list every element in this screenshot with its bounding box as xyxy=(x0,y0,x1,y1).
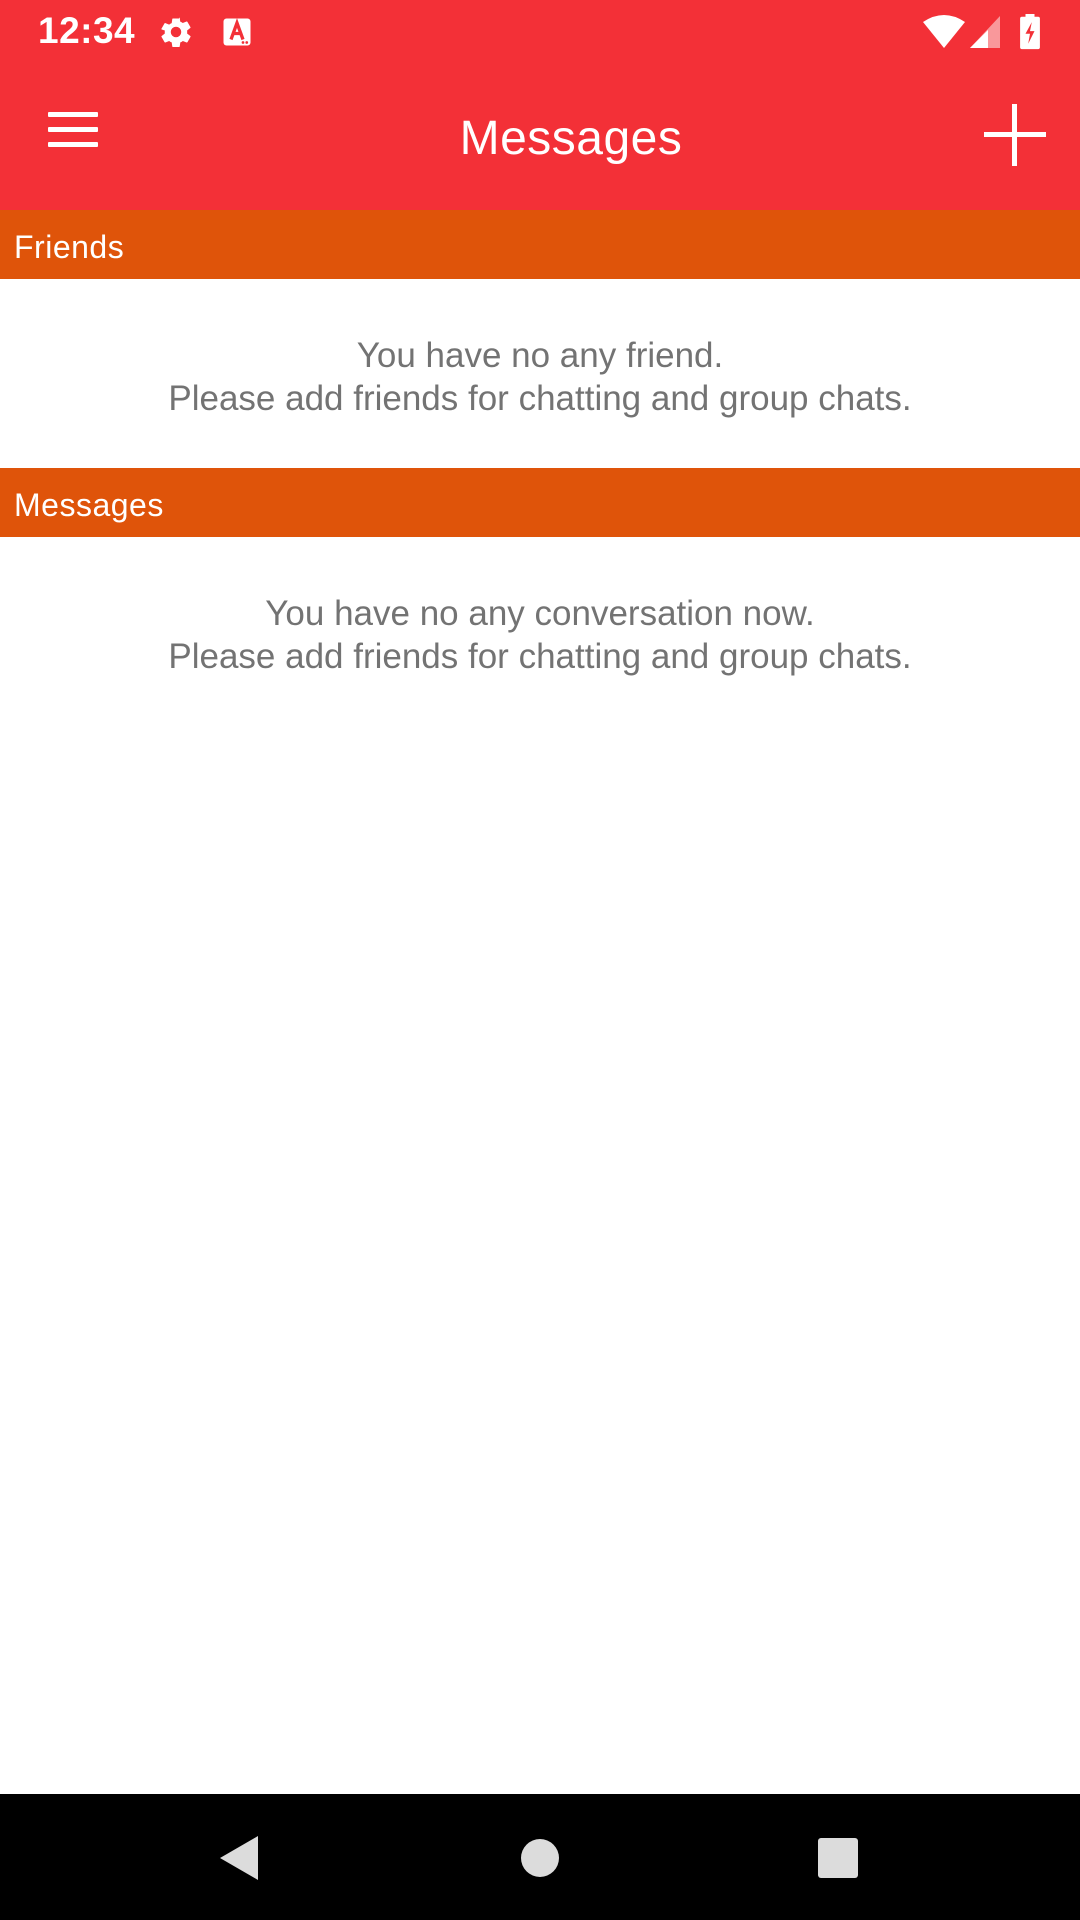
messages-screen: 12:34 Messages Friends You have no any f… xyxy=(0,0,1080,1920)
friends-section-header: Friends xyxy=(0,210,1080,279)
text-a-icon xyxy=(223,18,251,46)
messages-empty-message-line1: You have no any conversation now. xyxy=(265,594,815,633)
recents-icon[interactable] xyxy=(808,1830,868,1886)
status-bar: 12:34 xyxy=(0,0,1080,63)
home-icon[interactable] xyxy=(510,1830,570,1886)
messages-empty-message-line2: Please add friends for chatting and grou… xyxy=(168,637,912,676)
system-navigation-bar xyxy=(0,1794,1080,1920)
back-icon[interactable] xyxy=(210,1830,270,1886)
plus-icon xyxy=(984,104,1046,166)
cell-signal-icon xyxy=(970,16,1000,48)
status-time: 12:34 xyxy=(38,10,136,51)
messages-section-header: Messages xyxy=(0,468,1080,537)
app-bar: Messages xyxy=(0,63,1080,210)
add-button[interactable] xyxy=(980,100,1050,170)
battery-charging-icon xyxy=(1020,14,1040,50)
friends-empty-message-line2: Please add friends for chatting and grou… xyxy=(168,379,912,418)
gear-icon xyxy=(161,17,191,48)
friends-empty-message-line1: You have no any friend. xyxy=(356,336,724,375)
wifi-icon xyxy=(923,15,965,48)
page-title: Messages xyxy=(459,112,683,165)
